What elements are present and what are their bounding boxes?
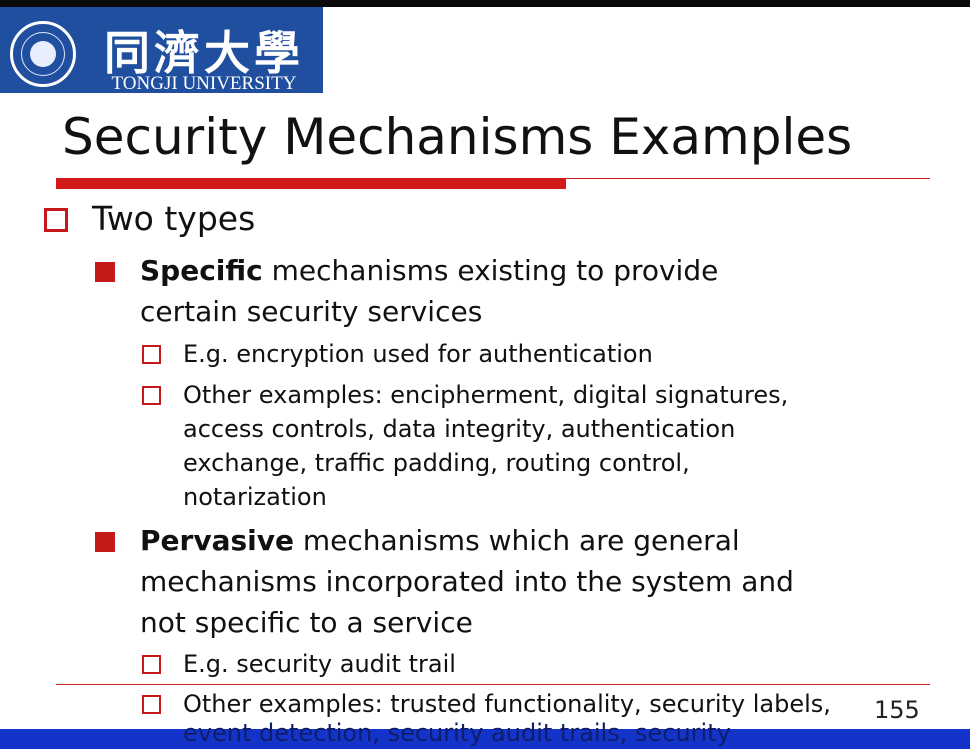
specific-example-1: E.g. encryption used for authentication	[183, 340, 653, 368]
page-number: 155	[874, 696, 920, 724]
pervasive-text-line1: mechanisms which are general	[293, 524, 740, 557]
specific-example-2: Other examples: encipherment, digital si…	[183, 378, 943, 514]
specific-example-2-line2: access controls, data integrity, authent…	[183, 415, 736, 443]
bullet-two-types: Two types	[92, 199, 256, 238]
title-accent-bar	[56, 179, 566, 189]
pervasive-text-line3: not specific to a service	[140, 606, 473, 639]
hollow-square-bullet-icon	[142, 695, 161, 714]
pervasive-example-2-line1: Other examples: trusted functionality, s…	[183, 690, 831, 718]
hollow-square-bullet-icon	[142, 345, 161, 364]
top-black-bar	[0, 0, 970, 7]
specific-example-2-line4: notarization	[183, 483, 327, 511]
specific-text-line2: certain security services	[140, 295, 483, 328]
university-seal-icon	[10, 21, 76, 87]
filled-square-bullet-icon	[95, 532, 115, 552]
pervasive-example-2-line2: event detection, security audit trails, …	[183, 719, 731, 747]
pervasive-text-line2: mechanisms incorporated into the system …	[140, 565, 794, 598]
specific-text-line1: mechanisms existing to provide	[262, 254, 719, 287]
pervasive-keyword: Pervasive	[140, 524, 294, 557]
pervasive-example-1: E.g. security audit trail	[183, 650, 456, 678]
footer-divider	[56, 684, 930, 685]
university-name-english: TONGJI UNIVERSITY	[111, 73, 297, 94]
bullet-specific: Specific mechanisms existing to provide …	[140, 250, 940, 332]
hollow-square-bullet-icon	[142, 655, 161, 674]
specific-keyword: Specific	[140, 254, 263, 287]
specific-example-2-line1: Other examples: encipherment, digital si…	[183, 381, 789, 409]
specific-example-2-line3: exchange, traffic padding, routing contr…	[183, 449, 690, 477]
hollow-square-bullet-icon	[44, 208, 68, 232]
university-logo: 同濟大學 TONGJI UNIVERSITY	[0, 7, 323, 94]
bullet-pervasive: Pervasive mechanisms which are general m…	[140, 520, 940, 643]
slide-title: Security Mechanisms Examples	[62, 108, 853, 166]
hollow-square-bullet-icon	[142, 386, 161, 405]
filled-square-bullet-icon	[95, 262, 115, 282]
bottom-status-bar: event detection, security audit trails, …	[0, 719, 970, 749]
